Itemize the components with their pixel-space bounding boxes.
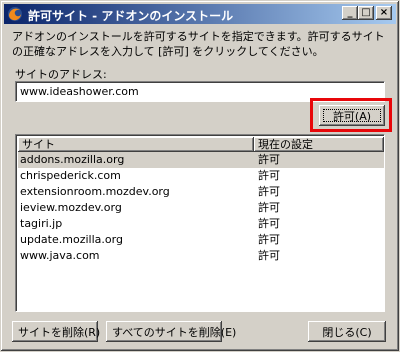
- list-rows: addons.mozilla.org 許可 chrispederick.com …: [18, 152, 384, 264]
- site-cell: chrispederick.com: [20, 169, 121, 182]
- remove-site-button[interactable]: サイトを削除(R): [12, 321, 100, 342]
- site-cell: tagiri.jp: [20, 217, 63, 230]
- description-text: アドオンのインストールを許可するサイトを指定できます。許可するサイトの正確なアド…: [12, 30, 385, 58]
- firefox-icon: [7, 6, 23, 22]
- table-row[interactable]: www.java.com 許可: [18, 248, 384, 264]
- close-button[interactable]: 閉じる(C): [308, 321, 386, 342]
- status-cell: 許可: [258, 233, 280, 246]
- status-cell: 許可: [258, 249, 280, 262]
- status-cell: 許可: [258, 201, 280, 214]
- table-row[interactable]: update.mozilla.org 許可: [18, 232, 384, 248]
- status-cell: 許可: [258, 217, 280, 230]
- column-header-site[interactable]: サイト: [18, 137, 254, 152]
- title-bar[interactable]: 許可サイト - アドオンのインストール _ □ ×: [4, 4, 396, 24]
- site-cell: www.java.com: [20, 249, 100, 262]
- close-window-button[interactable]: ×: [376, 6, 392, 20]
- site-list[interactable]: サイト 現在の設定 addons.mozilla.org 許可 chrisped…: [15, 134, 385, 312]
- site-cell: extensionroom.mozdev.org: [20, 185, 170, 198]
- maximize-button[interactable]: □: [358, 6, 374, 20]
- remove-all-sites-button[interactable]: すべてのサイトを削除(E): [106, 321, 236, 342]
- column-header-status[interactable]: 現在の設定: [254, 137, 384, 152]
- site-cell: update.mozilla.org: [20, 233, 123, 246]
- site-cell: addons.mozilla.org: [20, 153, 125, 166]
- status-cell: 許可: [258, 185, 280, 198]
- list-header: サイト 現在の設定: [18, 137, 384, 152]
- table-row[interactable]: extensionroom.mozdev.org 許可: [18, 184, 384, 200]
- minimize-button[interactable]: _: [342, 6, 358, 20]
- allow-button[interactable]: 許可(A): [319, 105, 385, 126]
- status-cell: 許可: [258, 153, 280, 166]
- table-row[interactable]: ieview.mozdev.org 許可: [18, 200, 384, 216]
- status-cell: 許可: [258, 169, 280, 182]
- table-row[interactable]: tagiri.jp 許可: [18, 216, 384, 232]
- permissions-dialog: 許可サイト - アドオンのインストール _ □ × アドオンのインストールを許可…: [0, 0, 400, 352]
- table-row[interactable]: chrispederick.com 許可: [18, 168, 384, 184]
- address-label: サイトのアドレス:: [15, 68, 107, 81]
- table-row[interactable]: addons.mozilla.org 許可: [18, 152, 384, 168]
- site-cell: ieview.mozdev.org: [20, 201, 122, 214]
- window-title: 許可サイト - アドオンのインストール: [28, 9, 234, 23]
